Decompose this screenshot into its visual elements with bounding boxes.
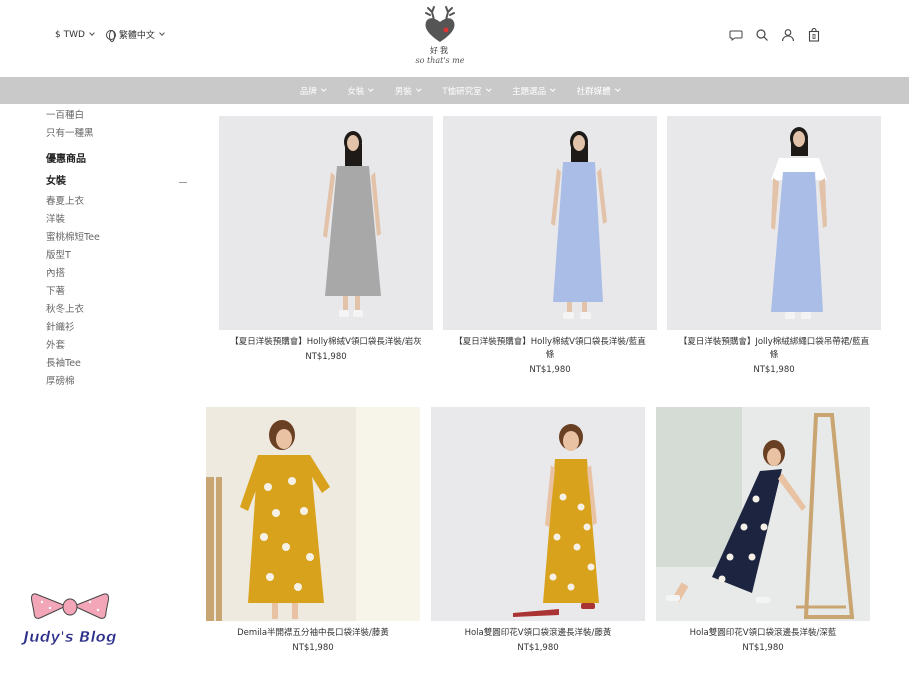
search-icon[interactable] bbox=[755, 28, 769, 42]
sidebar-item[interactable]: 內搭 bbox=[46, 265, 191, 283]
sidebar-item[interactable]: 長袖Tee bbox=[46, 355, 191, 373]
sidebar-heading-sale[interactable]: 優惠商品 bbox=[46, 149, 191, 171]
product-card[interactable]: Hola雙圓印花V領口袋滾邊長洋裝/藤黃 NT$1,980 bbox=[431, 407, 645, 653]
sidebar-heading-label: 女裝 bbox=[46, 176, 66, 187]
product-name[interactable]: Hola雙圓印花V領口袋滾邊長洋裝/深藍 bbox=[656, 627, 870, 640]
currency-selector[interactable]: $ TWD bbox=[55, 29, 95, 40]
deer-heart-logo-icon bbox=[425, 6, 455, 42]
blog-watermark: Judy's Blog bbox=[20, 590, 120, 652]
message-icon[interactable] bbox=[729, 28, 743, 42]
chevron-down-icon bbox=[321, 86, 327, 92]
sidebar-item[interactable]: 厚磅棉 bbox=[46, 373, 191, 391]
sidebar-item[interactable]: 下著 bbox=[46, 283, 191, 301]
logo-tagline: so that's me bbox=[415, 56, 465, 65]
product-card[interactable]: Demila半開襟五分袖中長口袋洋裝/藤黃 NT$1,980 bbox=[206, 407, 420, 653]
product-card[interactable]: 【夏日洋裝預購會】Jolly棉絨綁繩口袋吊帶裙/藍直條 NT$1,980 bbox=[667, 116, 881, 375]
nav-item-men[interactable]: 男裝 bbox=[394, 85, 422, 97]
site-header: $ TWD 繁體中文 好我 so that's me bbox=[0, 0, 909, 77]
product-name[interactable]: 【夏日洋裝預購會】Jolly棉絨綁繩口袋吊帶裙/藍直條 bbox=[667, 336, 881, 362]
product-price: NT$1,980 bbox=[742, 643, 784, 653]
sidebar-item[interactable]: 外套 bbox=[46, 337, 191, 355]
chevron-down-icon bbox=[368, 86, 374, 92]
watermark-text: Judy's Blog bbox=[20, 628, 116, 646]
product-name[interactable]: 【夏日洋裝預購會】Holly棉絨V領口袋長洋裝/藍直條 bbox=[443, 336, 657, 362]
language-selector[interactable]: 繁體中文 bbox=[105, 28, 165, 42]
user-icon[interactable] bbox=[781, 28, 795, 42]
logo-chinese-text: 好我 bbox=[430, 46, 450, 55]
site-logo[interactable]: 好我 so that's me bbox=[400, 4, 480, 70]
sidebar-item[interactable]: 版型T bbox=[46, 247, 191, 265]
chevron-down-icon bbox=[89, 30, 95, 36]
product-name[interactable]: 【夏日洋裝預購會】Holly棉絨V領口袋長洋裝/岩灰 bbox=[219, 336, 433, 349]
nav-label: 女裝 bbox=[347, 86, 365, 97]
category-sidebar: 一百種白 只有一種黑 優惠商品 女裝 春夏上衣 洋裝 蜜桃棉短Tee 版型T 內… bbox=[46, 107, 191, 391]
nav-item-social[interactable]: 社群媒體 bbox=[577, 85, 620, 97]
product-card[interactable]: 【夏日洋裝預購會】Holly棉絨V領口袋長洋裝/岩灰 NT$1,980 bbox=[219, 116, 433, 362]
product-name[interactable]: Demila半開襟五分袖中長口袋洋裝/藤黃 bbox=[206, 627, 420, 640]
collapse-minus-icon[interactable] bbox=[179, 181, 187, 183]
nav-item-women[interactable]: 女裝 bbox=[347, 85, 374, 97]
nav-item-brand[interactable]: 品牌 bbox=[299, 85, 327, 97]
chevron-down-icon bbox=[550, 86, 556, 92]
chevron-down-icon bbox=[159, 30, 165, 36]
sidebar-item[interactable]: 洋裝 bbox=[46, 211, 191, 229]
language-label: 繁體中文 bbox=[118, 31, 155, 41]
nav-item-tshirt-lab[interactable]: T恤研究室 bbox=[442, 85, 491, 97]
chevron-down-icon bbox=[485, 86, 491, 92]
header-left-controls: $ TWD 繁體中文 bbox=[55, 28, 165, 42]
product-price: NT$1,980 bbox=[292, 643, 334, 653]
product-image[interactable] bbox=[219, 116, 433, 330]
sidebar-item[interactable]: 一百種白 bbox=[46, 107, 191, 125]
nav-label: 品牌 bbox=[299, 86, 317, 97]
sidebar-item[interactable]: 針織衫 bbox=[46, 319, 191, 337]
product-image[interactable] bbox=[656, 407, 870, 621]
currency-label: $ TWD bbox=[55, 29, 85, 40]
product-image[interactable] bbox=[206, 407, 420, 621]
product-card[interactable]: Hola雙圓印花V領口袋滾邊長洋裝/深藍 NT$1,980 bbox=[656, 407, 870, 653]
sidebar-heading-women[interactable]: 女裝 bbox=[46, 171, 191, 193]
chevron-down-icon bbox=[614, 86, 620, 92]
nav-label: 男裝 bbox=[394, 86, 412, 97]
globe-icon bbox=[105, 29, 116, 42]
product-price: NT$1,980 bbox=[753, 365, 795, 375]
nav-item-themes[interactable]: 主題選品 bbox=[512, 85, 556, 97]
sidebar-item[interactable]: 只有一種黑 bbox=[46, 125, 191, 143]
nav-label: 主題選品 bbox=[512, 86, 547, 97]
sidebar-item[interactable]: 蜜桃棉短Tee bbox=[46, 229, 191, 247]
product-image[interactable] bbox=[431, 407, 645, 621]
nav-label: T恤研究室 bbox=[442, 86, 482, 97]
sidebar-item[interactable]: 秋冬上衣 bbox=[46, 301, 191, 319]
cart-icon[interactable] bbox=[807, 28, 821, 42]
product-image[interactable] bbox=[667, 116, 881, 330]
sidebar-heading-label: 優惠商品 bbox=[46, 154, 86, 165]
main-nav: 品牌 女裝 男裝 T恤研究室 主題選品 社群媒體 bbox=[0, 77, 909, 104]
product-image[interactable] bbox=[443, 116, 657, 330]
product-price: NT$1,980 bbox=[305, 352, 347, 362]
chevron-down-icon bbox=[416, 86, 422, 92]
nav-label: 社群媒體 bbox=[576, 86, 611, 97]
product-price: NT$1,980 bbox=[517, 643, 559, 653]
header-right-icons bbox=[729, 28, 821, 42]
product-name[interactable]: Hola雙圓印花V領口袋滾邊長洋裝/藤黃 bbox=[431, 627, 645, 640]
sidebar-item[interactable]: 春夏上衣 bbox=[46, 193, 191, 211]
product-price: NT$1,980 bbox=[529, 365, 571, 375]
product-card[interactable]: 【夏日洋裝預購會】Holly棉絨V領口袋長洋裝/藍直條 NT$1,980 bbox=[443, 116, 657, 375]
